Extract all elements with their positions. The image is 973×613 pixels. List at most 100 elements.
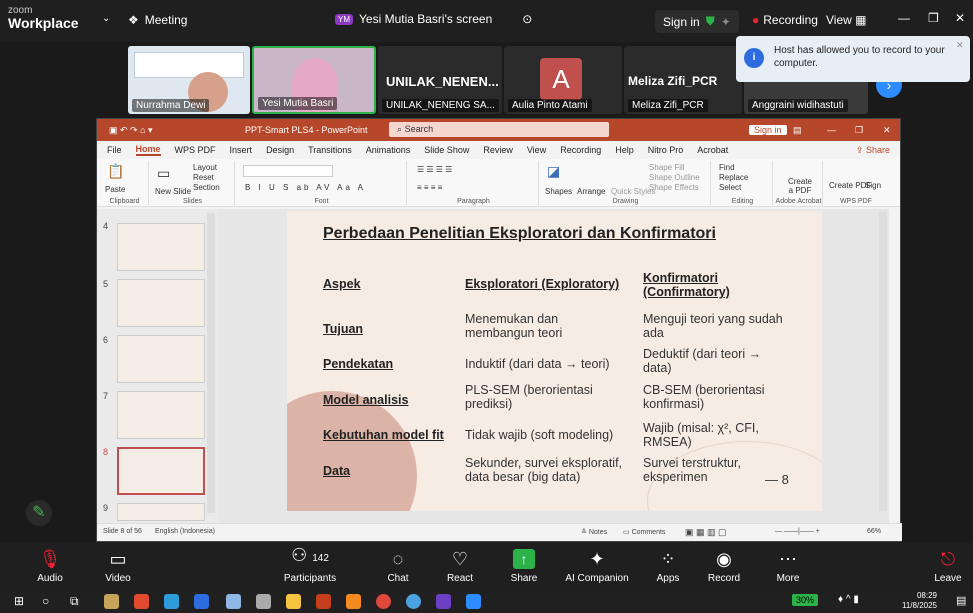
file-explorer-icon[interactable] — [286, 594, 301, 609]
slide-thumbnail[interactable] — [117, 279, 205, 327]
search-box[interactable]: ⌕ Search — [389, 122, 609, 137]
tab-wps-pdf[interactable]: WPS PDF — [175, 145, 216, 155]
record-button[interactable]: ◉ Record — [702, 542, 746, 590]
app-icon[interactable] — [436, 594, 451, 609]
app-icon[interactable] — [104, 594, 119, 609]
participant-tile[interactable]: UNILAK_NENEN... UNILAK_NENENG SA... — [378, 46, 502, 114]
share-screen-button[interactable]: ↑ Share — [504, 542, 544, 590]
layout-button[interactable]: Layout — [193, 163, 217, 172]
share-button[interactable]: ⇪ Share — [856, 145, 890, 156]
powerpoint-icon[interactable] — [316, 594, 331, 609]
language-status[interactable]: English (Indonesia) — [155, 528, 215, 535]
list-buttons[interactable]: ☰ ☰ ☰ ☰ — [417, 165, 452, 174]
font-format-buttons[interactable]: B I U S ab AV Aa A — [245, 183, 366, 192]
ribbon-display-icon[interactable]: ▤ — [793, 125, 802, 136]
search-icon[interactable]: ○ — [42, 594, 49, 608]
shapes-icon[interactable]: ◪ — [547, 163, 560, 180]
new-slide-icon[interactable]: ▭ — [157, 165, 170, 182]
edge-icon[interactable] — [164, 594, 179, 609]
clock[interactable]: 08:29 11/8/2025 — [902, 591, 937, 611]
tab-design[interactable]: Design — [266, 145, 294, 155]
app-icon[interactable] — [346, 594, 361, 609]
restore-icon[interactable]: ❐ — [855, 125, 863, 136]
tray-icons[interactable]: ♦ ^ ▮ — [838, 594, 859, 605]
tab-acrobat[interactable]: Acrobat — [697, 145, 728, 155]
close-icon[interactable]: ✕ — [956, 40, 964, 51]
tab-review[interactable]: Review — [483, 145, 513, 155]
ai-companion-button[interactable]: ✦ AI Companion — [560, 542, 634, 590]
more-button[interactable]: ⋯ More — [768, 542, 808, 590]
participant-tile[interactable]: A Aulia Pinto Atami — [504, 46, 622, 114]
close-icon[interactable]: ✕ — [955, 11, 965, 25]
app-icon[interactable] — [194, 594, 209, 609]
meeting-menu[interactable]: ❖ Meeting — [128, 13, 187, 27]
recording-indicator[interactable]: ● Recording — [752, 13, 818, 27]
tab-home[interactable]: Home — [135, 144, 161, 156]
font-family-select[interactable] — [243, 165, 333, 177]
align-buttons[interactable]: ≡ ≡ ≡ ≡ — [417, 183, 442, 192]
tab-insert[interactable]: Insert — [230, 145, 253, 155]
slide-thumbnail[interactable] — [117, 335, 205, 383]
comments-button[interactable]: ▭ Comments — [623, 528, 665, 536]
minimize-icon[interactable]: — — [827, 125, 836, 135]
create-pdf-button[interactable]: Create a PDF — [785, 177, 815, 195]
ppt-sign-in-button[interactable]: Sign in — [749, 125, 787, 135]
shapes-button[interactable]: Shapes — [545, 187, 572, 196]
more-options-icon[interactable]: ⊙ — [522, 12, 532, 26]
thumbnail-scrollbar[interactable] — [207, 213, 215, 513]
section-button[interactable]: Section — [193, 183, 220, 192]
tab-help[interactable]: Help — [615, 145, 634, 155]
chevron-down-icon[interactable]: ⌄ — [102, 13, 110, 24]
slide-scrollbar[interactable] — [879, 211, 887, 511]
tab-nitro-pro[interactable]: Nitro Pro — [648, 145, 684, 155]
close-icon[interactable]: ✕ — [883, 125, 891, 136]
paste-icon[interactable]: 📋 — [107, 163, 124, 180]
annotate-pen-icon[interactable]: ✎ — [26, 500, 52, 526]
tab-transitions[interactable]: Transitions — [308, 145, 352, 155]
slide-thumbnail[interactable] — [117, 223, 205, 271]
zoom-icon[interactable] — [466, 594, 481, 609]
replace-button[interactable]: Replace — [719, 173, 748, 182]
apps-button[interactable]: ⁘ Apps — [648, 542, 688, 590]
participant-tile-active[interactable]: Yesi Mutia Basri — [252, 46, 376, 114]
reset-button[interactable]: Reset — [193, 173, 214, 182]
view-buttons[interactable]: ▣ ▦ ▥ ▢ — [685, 527, 727, 538]
find-button[interactable]: Find — [719, 163, 735, 172]
video-button[interactable]: ▭ Video — [98, 542, 138, 590]
audio-button[interactable]: 🎙 Audio — [30, 542, 70, 590]
tab-view[interactable]: View — [527, 145, 546, 155]
chrome-icon[interactable] — [376, 594, 391, 609]
tab-animations[interactable]: Animations — [366, 145, 411, 155]
notification-icon[interactable]: ▤ — [956, 594, 966, 607]
app-icon[interactable] — [226, 594, 241, 609]
participant-tile[interactable]: Meliza Zifi_PCR Meliza Zifi_PCR — [624, 46, 742, 114]
paste-button[interactable]: Paste — [105, 185, 125, 194]
app-icon[interactable] — [134, 594, 149, 609]
slide-thumbnail[interactable] — [117, 391, 205, 439]
arrange-button[interactable]: Arrange — [577, 187, 605, 196]
battery-indicator[interactable]: 30% — [792, 594, 819, 606]
task-view-icon[interactable]: ⧉ — [70, 594, 79, 609]
react-button[interactable]: ♡ React — [440, 542, 480, 590]
tab-slide-show[interactable]: Slide Show — [424, 145, 469, 155]
participant-tile[interactable]: Nurrahma Dewi — [128, 46, 250, 114]
zoom-level[interactable]: 66% — [867, 528, 881, 535]
notes-button[interactable]: ≙ Notes — [581, 528, 607, 536]
minimize-icon[interactable]: — — [898, 11, 910, 25]
sign-button[interactable]: Sign — [865, 181, 881, 190]
shape-effects-button[interactable]: Shape Effects — [649, 183, 699, 192]
slide-thumbnail-selected[interactable] — [117, 447, 205, 495]
shape-outline-button[interactable]: Shape Outline — [649, 173, 700, 182]
sign-in-button[interactable]: Sign in ⛊ ✦ — [655, 10, 739, 33]
chrome-icon[interactable] — [406, 594, 421, 609]
screen-share-indicator[interactable]: YM Yesi Mutia Basri's screen ⊙ — [335, 12, 532, 26]
tab-recording[interactable]: Recording — [560, 145, 601, 155]
windows-start-icon[interactable]: ⊞ — [14, 594, 24, 608]
participants-button[interactable]: ⚇ 142 Participants — [280, 542, 340, 590]
leave-button[interactable]: ⎋ Leave — [928, 542, 968, 590]
zoom-slider[interactable]: — ——|—— + — [775, 528, 820, 535]
view-button[interactable]: View ▦ — [826, 13, 866, 27]
save-icon[interactable]: ▣ ↶ ↷ ⌂ ▾ — [109, 125, 153, 136]
select-button[interactable]: Select — [719, 183, 741, 192]
restore-icon[interactable]: ❐ — [928, 11, 939, 25]
